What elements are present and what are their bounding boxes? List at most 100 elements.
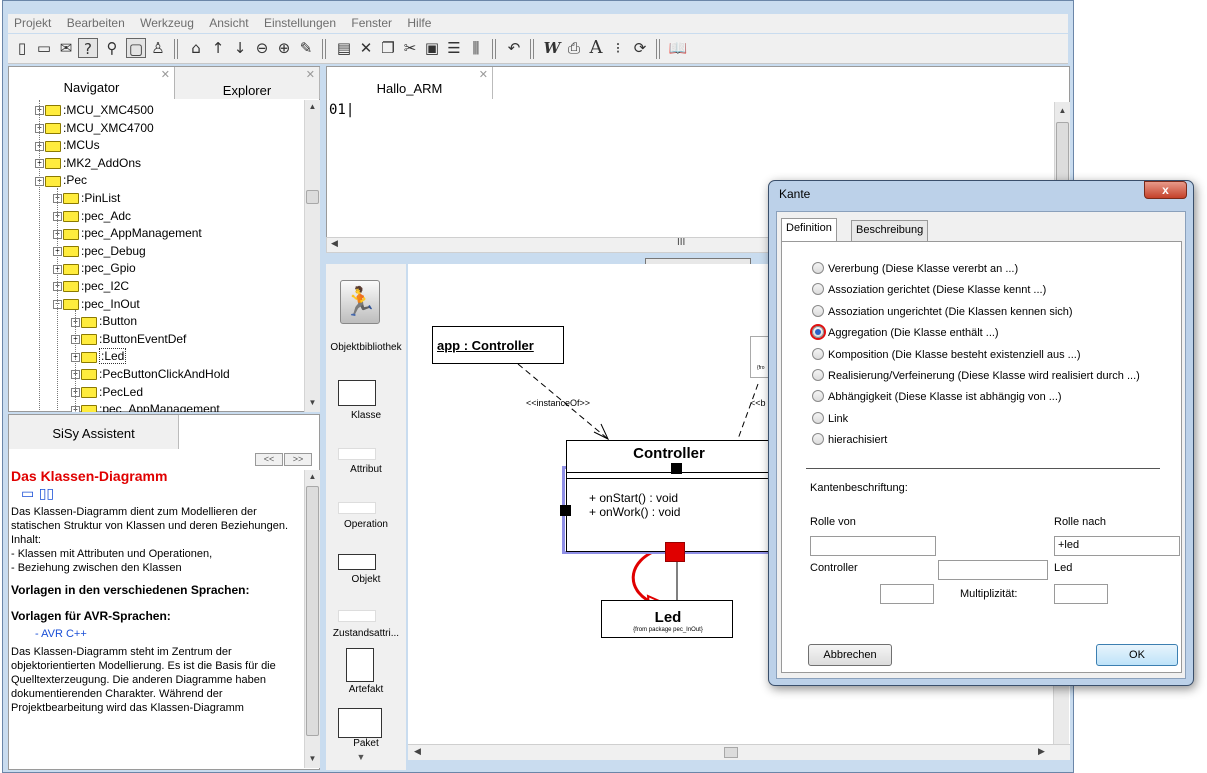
relationship-option[interactable]: Link (812, 411, 848, 425)
multiplicity-from-input[interactable] (880, 584, 934, 604)
tree-item[interactable]: +:PecLed (71, 384, 143, 402)
close-icon[interactable]: ✕ (161, 68, 170, 81)
monitor-icon[interactable]: ▭ (21, 486, 34, 502)
rolle-von-input[interactable] (810, 536, 936, 556)
tree-item[interactable]: +:MCUs (35, 137, 100, 155)
radio-button[interactable] (812, 433, 824, 446)
palette-scroll-down-icon[interactable]: ▼ (336, 752, 386, 762)
tab-definition[interactable]: Definition (781, 218, 837, 242)
connection-handle[interactable] (665, 542, 685, 562)
tree-item[interactable]: +:Led (71, 348, 127, 366)
arrow-down-icon[interactable]: ↓ (230, 38, 250, 58)
scroll-up-arrow[interactable]: ▲ (305, 102, 320, 111)
selection-handle[interactable] (671, 463, 682, 474)
scroll-down-arrow[interactable]: ▼ (305, 754, 320, 763)
mail-icon[interactable]: ✉ (56, 38, 76, 58)
palette-objekt[interactable]: Objekt (326, 574, 406, 585)
delete-icon[interactable]: ✕ (356, 38, 376, 58)
menu-fenster[interactable]: Fenster (345, 14, 398, 30)
palette-zustandsattribut[interactable]: Zustandsattri... (326, 628, 406, 639)
palette-objektbibliothek[interactable]: Objektbibliothek (326, 342, 406, 353)
class-led[interactable]: Led {from package pec_InOut} (601, 600, 733, 638)
book-icon[interactable]: ▯▯ (39, 486, 54, 502)
cancel-button[interactable]: Abbrechen (808, 644, 892, 666)
palette-klasse[interactable]: Klasse (326, 410, 406, 421)
tree-item[interactable]: +:MCU_XMC4500 (35, 102, 154, 120)
tree-item[interactable]: +:pec_Gpio (53, 260, 136, 278)
arrow-up-icon[interactable]: ↑ (208, 38, 228, 58)
copy-icon[interactable]: ❐ (378, 38, 398, 58)
scroll-right-arrow[interactable]: ▶ (1038, 746, 1045, 757)
palette-paket[interactable]: Paket (326, 738, 406, 749)
relationship-option[interactable]: Vererbung (Diese Klasse vererbt an ...) (812, 262, 1018, 275)
font-icon[interactable]: A (586, 38, 606, 58)
relationship-option[interactable]: hierachisiert (812, 433, 887, 446)
scroll-left-arrow[interactable]: ◀ (414, 746, 421, 757)
tree-item[interactable]: −:pec_InOut (53, 296, 140, 314)
open-icon[interactable]: ▭ (34, 38, 54, 58)
attribute-shape-icon[interactable] (338, 448, 376, 460)
relationship-option[interactable]: Assoziation ungerichtet (Die Klassen ken… (812, 304, 1073, 318)
radio-button[interactable] (812, 304, 824, 317)
print-icon[interactable]: ⎙ (564, 38, 584, 58)
object-shape-icon[interactable] (338, 554, 376, 570)
paste-icon[interactable]: ▣ (422, 38, 442, 58)
multiplicity-to-input[interactable] (1054, 584, 1108, 604)
radio-button[interactable] (812, 283, 824, 296)
close-icon[interactable]: ✕ (306, 68, 315, 81)
tab-assistant[interactable]: SiSy Assistent (9, 415, 179, 449)
assistant-link-avr-cpp[interactable]: - AVR C++ (11, 627, 305, 641)
artifact-shape-icon[interactable] (346, 648, 374, 682)
tree-item[interactable]: +:Button (71, 313, 137, 331)
undo-icon[interactable]: ↶ (504, 38, 524, 58)
binoculars-icon[interactable]: ⚲ (102, 38, 122, 58)
object-app-controller[interactable]: app : Controller (432, 326, 564, 364)
zoom-in-icon[interactable]: ⊕ (274, 38, 294, 58)
refresh-icon[interactable]: ⟳ (630, 38, 650, 58)
tree-item[interactable]: +:MK2_AddOns (35, 155, 141, 173)
cut-icon[interactable]: ✂ (400, 38, 420, 58)
tab-navigator[interactable]: Navigator ✕ (9, 67, 175, 99)
relationship-option[interactable]: Komposition (Die Klasse besteht existenz… (812, 347, 1081, 361)
tree-item[interactable]: +:pec_AppManagement (53, 225, 202, 243)
menu-einstellungen[interactable]: Einstellungen (258, 14, 342, 30)
palette-attribut[interactable]: Attribut (326, 464, 406, 475)
properties-icon[interactable]: ✎ (296, 38, 316, 58)
state-attribute-shape-icon[interactable] (338, 610, 376, 622)
word-icon[interactable]: W (542, 38, 562, 58)
tab-beschreibung[interactable]: Beschreibung (851, 220, 929, 241)
partial-class-box[interactable]: {fro (750, 336, 770, 378)
tree-item[interactable]: +:pec_Debug (53, 243, 146, 261)
tree-item[interactable]: +:ButtonEventDef (71, 331, 186, 349)
tree-item[interactable]: +:pec_Adc (53, 208, 131, 226)
tab-hallo-arm[interactable]: Hallo_ARM ✕ (327, 67, 493, 99)
relationship-option[interactable]: Assoziation gerichtet (Diese Klasse kenn… (812, 283, 1046, 296)
tree-item[interactable]: +:MCU_XMC4700 (35, 120, 154, 138)
palette-artefakt[interactable]: Artefakt (326, 684, 406, 695)
zoom-out-icon[interactable]: ⊖ (252, 38, 272, 58)
help-icon[interactable]: ? (78, 38, 98, 58)
tree-item[interactable]: +:pec_I2C (53, 278, 129, 296)
tree-item[interactable]: +:PecButtonClickAndHold (71, 366, 230, 384)
close-icon[interactable]: ✕ (479, 68, 488, 81)
assistant-scrollbar[interactable]: ▲ ▼ (304, 470, 320, 768)
bullets-icon[interactable]: ⁝ (608, 38, 628, 58)
scroll-left-arrow[interactable]: ◀ (331, 238, 338, 249)
close-button[interactable]: x (1144, 181, 1187, 199)
book-icon[interactable]: 📖 (668, 38, 688, 58)
editor-text[interactable]: 01| (329, 102, 354, 118)
new-icon[interactable]: ▯ (12, 38, 32, 58)
person-icon[interactable]: ♙ (148, 38, 168, 58)
relationship-option[interactable]: Aggregation (Die Klasse enthält ...) (812, 326, 999, 339)
scroll-up-arrow[interactable]: ▲ (1055, 106, 1070, 115)
running-man-icon[interactable]: 🏃 (340, 280, 380, 324)
home-icon[interactable]: ⌂ (186, 38, 206, 58)
document-icon[interactable]: ▤ (334, 38, 354, 58)
scroll-thumb[interactable] (306, 486, 319, 736)
scroll-thumb[interactable] (724, 747, 738, 758)
radio-button[interactable] (812, 326, 824, 339)
tree-scrollbar[interactable]: ▲ ▼ (304, 100, 320, 412)
rolle-nach-input[interactable]: +led (1054, 536, 1180, 556)
scroll-up-arrow[interactable]: ▲ (305, 472, 320, 481)
class-shape-icon[interactable] (338, 380, 376, 406)
